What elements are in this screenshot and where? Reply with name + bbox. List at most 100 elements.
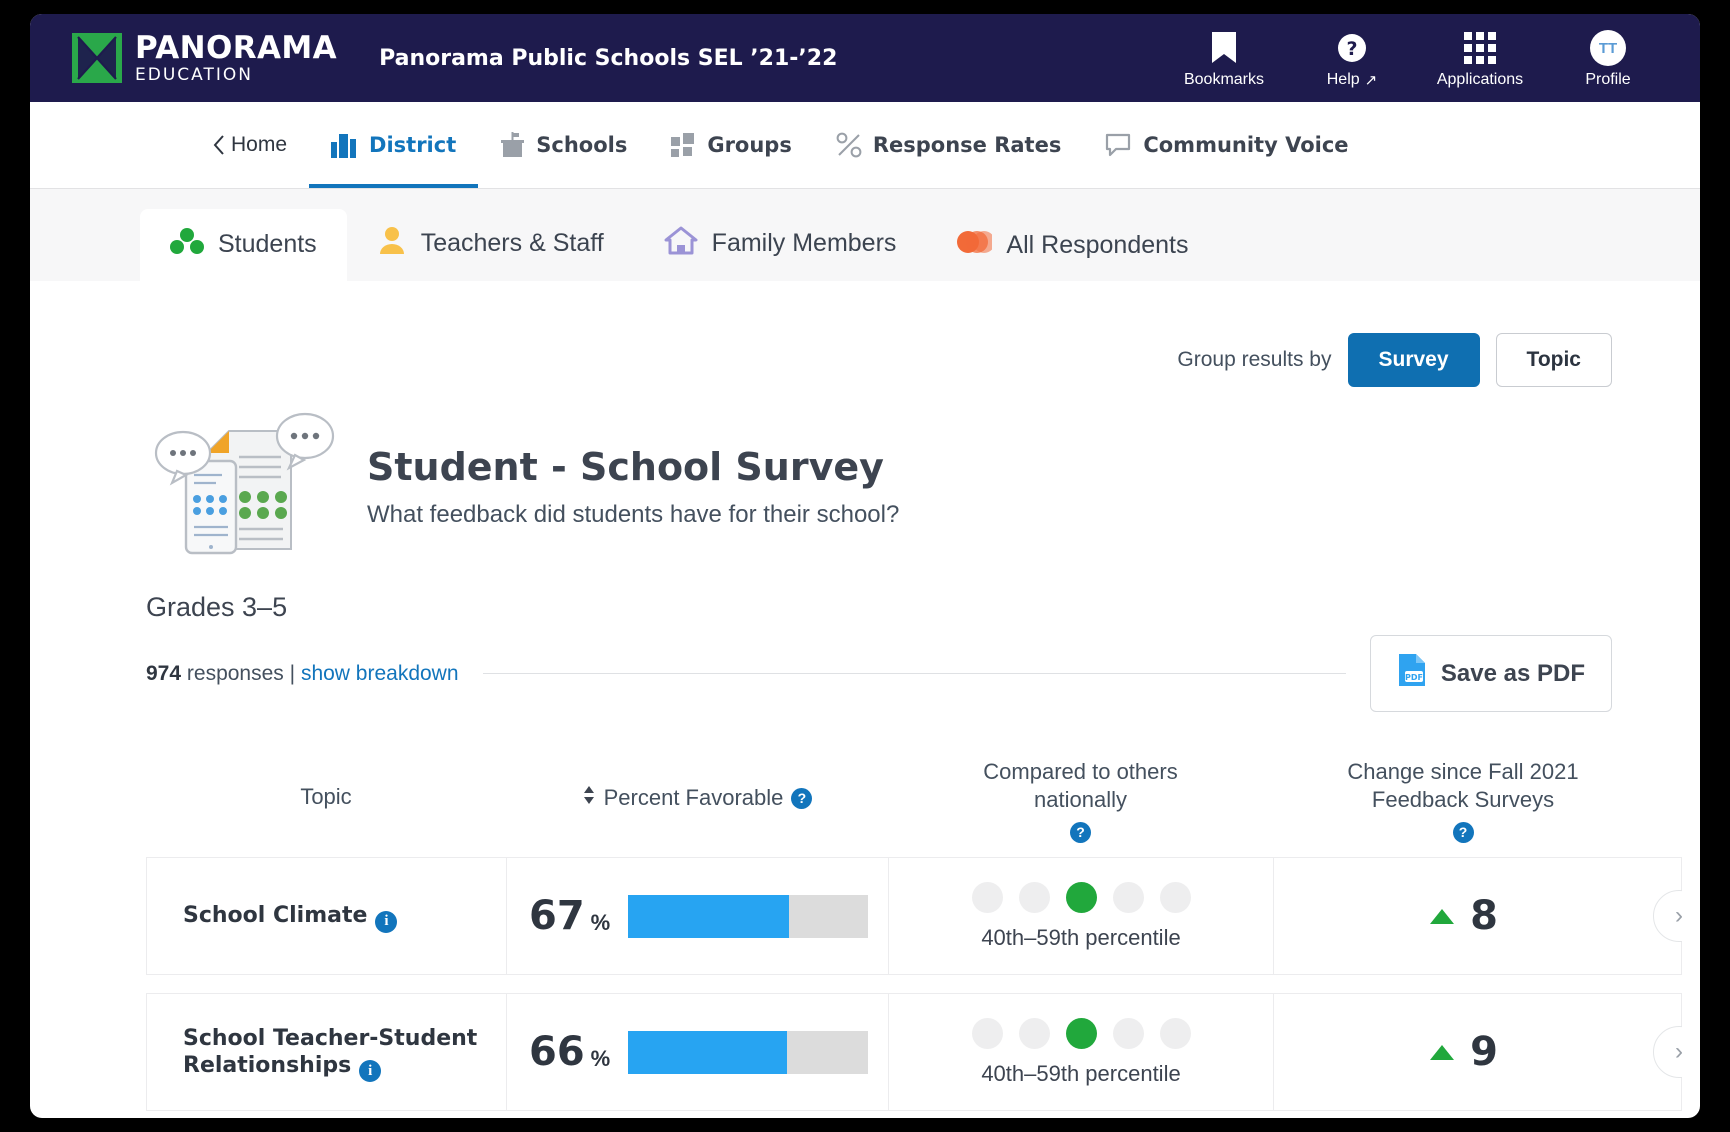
header-compared-nationally: Compared to others nationally ? (888, 758, 1273, 843)
show-breakdown-link[interactable]: show breakdown (301, 662, 459, 685)
table-row[interactable]: School Climate i 67 % 40th–59th percentil… (146, 857, 1682, 975)
survey-header: Student - School Survey What feedback di… (48, 387, 1682, 564)
row-expand-chevron-icon[interactable]: › (1653, 1026, 1682, 1078)
percentile-dots (971, 881, 1191, 913)
house-icon (664, 225, 698, 262)
tab-teachers-staff[interactable]: Teachers & Staff (347, 207, 634, 281)
person-icon (377, 225, 407, 262)
applications-label: Applications (1436, 71, 1524, 88)
responses-word: responses (186, 661, 284, 685)
help-label: Help ↗ (1327, 71, 1377, 89)
school-building-icon (500, 131, 525, 159)
header-change-since: Change since Fall 2021 Feedback Surveys … (1273, 758, 1653, 843)
external-link-icon: ↗ (1364, 72, 1378, 89)
results-card: Group results by Survey Topic Student - … (48, 281, 1682, 1118)
row-percent-bar (628, 1030, 869, 1074)
speech-bubble-icon (1105, 132, 1132, 158)
responses-count: 974 (146, 661, 182, 685)
row-percent-cell: 67 % (507, 858, 889, 974)
survey-documents-illustration (153, 409, 341, 564)
header-percent-favorable-label: Percent Favorable (603, 785, 784, 810)
svg-text:?: ? (1346, 38, 1357, 60)
grid-icon (1464, 31, 1496, 65)
responses-separator: | (289, 661, 296, 685)
site-title: Panorama Public Schools SEL ’21-’22 (379, 45, 838, 71)
panorama-logo[interactable]: PANORAMA EDUCATION (72, 29, 338, 85)
bookmarks-button[interactable]: Bookmarks (1160, 27, 1288, 89)
top-actions: Bookmarks ? Help ↗ Applications TT Profi… (1160, 27, 1672, 89)
row-change-value: 8 (1470, 893, 1498, 939)
header-compared-line2: nationally (1034, 786, 1127, 812)
tab-students[interactable]: Students (140, 209, 347, 281)
pdf-file-icon: PDF (1397, 653, 1427, 694)
sort-updown-icon[interactable] (582, 784, 596, 812)
nav-label-home: Home (231, 133, 288, 156)
compared-help-icon[interactable]: ? (1070, 822, 1091, 843)
nav-label-district: District (369, 133, 457, 157)
grades-label: Grades 3–5 (146, 592, 288, 622)
top-bar: PANORAMA EDUCATION Panorama Public Schoo… (30, 14, 1700, 102)
responses-summary: 974 responses | show breakdown (146, 662, 459, 686)
row-change-value: 9 (1470, 1029, 1498, 1075)
header-change-line2: Feedback Surveys (1371, 786, 1555, 812)
topic-info-icon[interactable]: i (375, 910, 398, 933)
topic-info-icon[interactable]: i (359, 1060, 382, 1083)
profile-button[interactable]: TT Profile (1544, 27, 1672, 89)
tab-label-family-members: Family Members (711, 229, 897, 257)
tab-all-respondents[interactable]: All Respondents (926, 211, 1218, 281)
save-as-pdf-label: Save as PDF (1440, 659, 1585, 687)
row-expand-chevron-icon[interactable]: › (1653, 890, 1682, 942)
row-percent-value: 66 (529, 1029, 585, 1075)
row-percentile-label: 40th–59th percentile (981, 924, 1181, 950)
brand-subtitle: EDUCATION (135, 64, 253, 85)
help-button[interactable]: ? Help ↗ (1288, 27, 1416, 89)
bookmarks-label: Bookmarks (1183, 71, 1265, 88)
row-comparison-cell: 40th–59th percentile (889, 858, 1274, 974)
nav-item-schools[interactable]: Schools (478, 102, 649, 188)
save-as-pdf-button[interactable]: PDF Save as PDF (1369, 635, 1612, 712)
brand-title: PANORAMA (135, 29, 338, 66)
district-bar-icon (331, 133, 358, 158)
header-percent-favorable[interactable]: Percent Favorable ? (506, 758, 888, 812)
nav-item-district[interactable]: District (309, 102, 479, 188)
table-row[interactable]: School Teacher-Student Relationships i 66… (146, 993, 1682, 1111)
group-by-survey-button[interactable]: Survey (1347, 333, 1480, 387)
nav-label-response-rates: Response Rates (872, 133, 1062, 157)
triangle-up-icon (1430, 1044, 1455, 1060)
profile-label: Profile (1585, 71, 1631, 88)
responses-row: 974 responses | show breakdown PDF Save … (48, 623, 1682, 712)
header-change-line1: Change since Fall 2021 (1347, 759, 1579, 784)
group-results-by: Group results by Survey Topic (48, 281, 1682, 387)
svg-text:PDF: PDF (1405, 673, 1423, 682)
chevron-left-icon (212, 134, 225, 156)
question-circle-icon: ? (1337, 31, 1367, 65)
respondent-tabs-zone: Students Teachers & Staff Family Members… (30, 189, 1700, 281)
group-by-topic-button[interactable]: Topic (1495, 333, 1612, 387)
tab-label-teachers-staff: Teachers & Staff (420, 229, 604, 257)
header-compared-line1: Compared to others (983, 759, 1178, 784)
tab-family-members[interactable]: Family Members (634, 207, 927, 281)
survey-title: Student - School Survey (367, 444, 884, 489)
percent-favorable-help-icon[interactable]: ? (791, 787, 813, 809)
row-change-cell: 8 (1274, 858, 1654, 974)
row-percent-bar (628, 894, 869, 938)
header-topic: Topic (300, 784, 352, 809)
nav-item-home[interactable]: Home (190, 102, 309, 188)
nav-label-community-voice: Community Voice (1143, 133, 1349, 157)
nav-item-community-voice[interactable]: Community Voice (1083, 102, 1370, 188)
percent-icon (836, 132, 862, 158)
applications-button[interactable]: Applications (1416, 27, 1544, 89)
nav-item-groups[interactable]: Groups (649, 102, 814, 188)
change-help-icon[interactable]: ? (1452, 822, 1474, 843)
panorama-logo-mark-icon (72, 33, 122, 83)
topics-table: School Climate i 67 % 40th–59th percentil… (48, 843, 1682, 1118)
row-topic-label: School Climate (183, 903, 368, 929)
respondent-tabs: Students Teachers & Staff Family Members… (30, 207, 1700, 281)
students-dots-icon (170, 227, 204, 262)
percentile-dots (971, 1017, 1191, 1049)
app-window: PANORAMA EDUCATION Panorama Public Schoo… (30, 14, 1700, 1118)
nav-item-response-rates[interactable]: Response Rates (814, 102, 1084, 188)
overlapping-circles-icon (956, 229, 996, 262)
group-results-by-label: Group results by (1177, 348, 1332, 371)
survey-subtitle: What feedback did students have for thei… (367, 500, 900, 528)
